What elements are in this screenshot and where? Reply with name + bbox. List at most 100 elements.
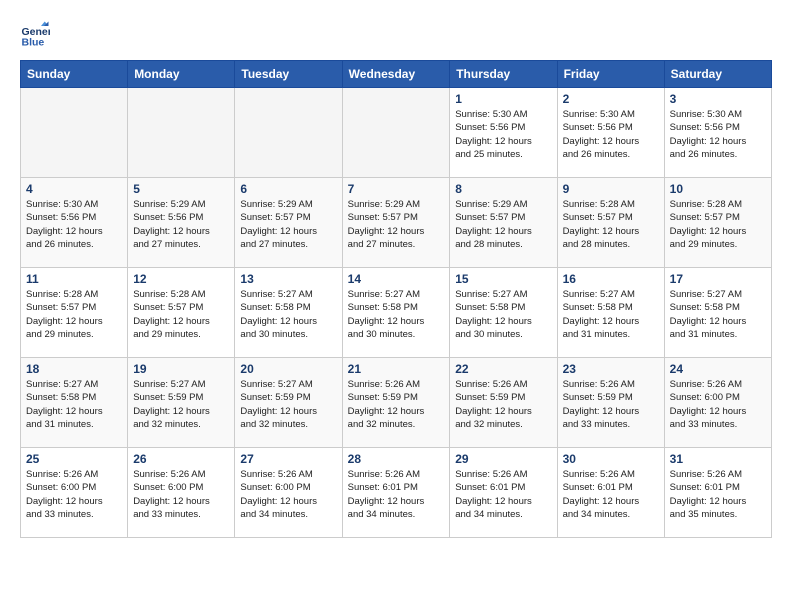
col-header-wednesday: Wednesday: [342, 61, 450, 88]
calendar-cell: [235, 88, 342, 178]
day-info: Sunrise: 5:26 AM Sunset: 5:59 PM Dayligh…: [563, 378, 659, 431]
calendar-cell: 14Sunrise: 5:27 AM Sunset: 5:58 PM Dayli…: [342, 268, 450, 358]
day-number: 6: [240, 182, 336, 196]
day-info: Sunrise: 5:29 AM Sunset: 5:57 PM Dayligh…: [348, 198, 445, 251]
day-info: Sunrise: 5:27 AM Sunset: 5:58 PM Dayligh…: [670, 288, 766, 341]
calendar-cell: 16 Sunrise: 5:27 AM Sunset: 5:58 PM Dayli…: [557, 268, 664, 358]
day-info: Sunrise: 5:28 AM Sunset: 5:57 PM Dayligh…: [26, 288, 122, 341]
day-number: 18: [26, 362, 122, 376]
day-number: 3: [670, 92, 766, 106]
day-info: Sunrise: 5:27 AM Sunset: 5:58 PM Dayligh…: [26, 378, 122, 431]
calendar-cell: 23 Sunrise: 5:26 AM Sunset: 5:59 PM Dayli…: [557, 358, 664, 448]
day-info: Sunrise: 5:26 AM Sunset: 6:00 PM Dayligh…: [133, 468, 229, 521]
col-header-saturday: Saturday: [664, 61, 771, 88]
day-number: 14: [348, 272, 445, 286]
day-info: Sunrise: 5:28 AM Sunset: 5:57 PM Dayligh…: [670, 198, 766, 251]
col-header-friday: Friday: [557, 61, 664, 88]
day-number: 30: [563, 452, 659, 466]
calendar-cell: 2 Sunrise: 5:30 AM Sunset: 5:56 PM Daylig…: [557, 88, 664, 178]
day-info: Sunrise: 5:26 AM Sunset: 6:00 PM Dayligh…: [240, 468, 336, 521]
calendar-cell: 26 Sunrise: 5:26 AM Sunset: 6:00 PM Dayli…: [128, 448, 235, 538]
calendar-header-row: SundayMondayTuesdayWednesdayThursdayFrid…: [21, 61, 772, 88]
calendar-cell: 29 Sunrise: 5:26 AM Sunset: 6:01 PM Dayli…: [450, 448, 557, 538]
week-row-3: 11Sunrise: 5:28 AM Sunset: 5:57 PM Dayli…: [21, 268, 772, 358]
day-number: 23: [563, 362, 659, 376]
day-info: Sunrise: 5:27 AM Sunset: 5:58 PM Dayligh…: [455, 288, 551, 341]
day-info: Sunrise: 5:26 AM Sunset: 5:59 PM Dayligh…: [455, 378, 551, 431]
day-number: 29: [455, 452, 551, 466]
week-row-1: 1Sunrise: 5:30 AM Sunset: 5:56 PM Daylig…: [21, 88, 772, 178]
calendar-cell: 13 Sunrise: 5:27 AM Sunset: 5:58 PM Dayli…: [235, 268, 342, 358]
day-number: 21: [348, 362, 445, 376]
svg-text:Blue: Blue: [22, 37, 45, 49]
calendar-cell: 27 Sunrise: 5:26 AM Sunset: 6:00 PM Dayli…: [235, 448, 342, 538]
day-number: 19: [133, 362, 229, 376]
day-number: 24: [670, 362, 766, 376]
day-number: 5: [133, 182, 229, 196]
day-number: 25: [26, 452, 122, 466]
day-info: Sunrise: 5:30 AM Sunset: 5:56 PM Dayligh…: [670, 108, 766, 161]
logo-icon: General Blue: [20, 20, 50, 50]
week-row-4: 18 Sunrise: 5:27 AM Sunset: 5:58 PM Dayli…: [21, 358, 772, 448]
calendar-cell: [21, 88, 128, 178]
week-row-5: 25 Sunrise: 5:26 AM Sunset: 6:00 PM Dayli…: [21, 448, 772, 538]
day-number: 27: [240, 452, 336, 466]
col-header-sunday: Sunday: [21, 61, 128, 88]
calendar-cell: 6 Sunrise: 5:29 AM Sunset: 5:57 PM Daylig…: [235, 178, 342, 268]
day-info: Sunrise: 5:26 AM Sunset: 6:01 PM Dayligh…: [670, 468, 766, 521]
day-number: 15: [455, 272, 551, 286]
day-number: 16: [563, 272, 659, 286]
calendar-cell: 5 Sunrise: 5:29 AM Sunset: 5:56 PM Daylig…: [128, 178, 235, 268]
day-number: 20: [240, 362, 336, 376]
col-header-monday: Monday: [128, 61, 235, 88]
logo: General Blue: [20, 20, 54, 50]
day-number: 28: [348, 452, 445, 466]
day-info: Sunrise: 5:26 AM Sunset: 6:01 PM Dayligh…: [563, 468, 659, 521]
calendar-cell: 1Sunrise: 5:30 AM Sunset: 5:56 PM Daylig…: [450, 88, 557, 178]
week-row-2: 4Sunrise: 5:30 AM Sunset: 5:56 PM Daylig…: [21, 178, 772, 268]
calendar-cell: 8 Sunrise: 5:29 AM Sunset: 5:57 PM Daylig…: [450, 178, 557, 268]
day-number: 13: [240, 272, 336, 286]
day-info: Sunrise: 5:30 AM Sunset: 5:56 PM Dayligh…: [563, 108, 659, 161]
day-info: Sunrise: 5:29 AM Sunset: 5:57 PM Dayligh…: [240, 198, 336, 251]
day-number: 2: [563, 92, 659, 106]
day-number: 4: [26, 182, 122, 196]
calendar-cell: 3 Sunrise: 5:30 AM Sunset: 5:56 PM Daylig…: [664, 88, 771, 178]
day-number: 7: [348, 182, 445, 196]
day-info: Sunrise: 5:27 AM Sunset: 5:58 PM Dayligh…: [563, 288, 659, 341]
day-info: Sunrise: 5:27 AM Sunset: 5:59 PM Dayligh…: [240, 378, 336, 431]
day-info: Sunrise: 5:26 AM Sunset: 6:00 PM Dayligh…: [26, 468, 122, 521]
day-info: Sunrise: 5:28 AM Sunset: 5:57 PM Dayligh…: [563, 198, 659, 251]
calendar-table: SundayMondayTuesdayWednesdayThursdayFrid…: [20, 60, 772, 538]
day-number: 9: [563, 182, 659, 196]
calendar-cell: [342, 88, 450, 178]
day-info: Sunrise: 5:29 AM Sunset: 5:57 PM Dayligh…: [455, 198, 551, 251]
calendar-cell: 17 Sunrise: 5:27 AM Sunset: 5:58 PM Dayli…: [664, 268, 771, 358]
calendar-cell: 11Sunrise: 5:28 AM Sunset: 5:57 PM Dayli…: [21, 268, 128, 358]
day-number: 8: [455, 182, 551, 196]
day-number: 31: [670, 452, 766, 466]
calendar-cell: 10 Sunrise: 5:28 AM Sunset: 5:57 PM Dayli…: [664, 178, 771, 268]
day-info: Sunrise: 5:27 AM Sunset: 5:58 PM Dayligh…: [240, 288, 336, 341]
calendar-cell: 24Sunrise: 5:26 AM Sunset: 6:00 PM Dayli…: [664, 358, 771, 448]
day-info: Sunrise: 5:27 AM Sunset: 5:59 PM Dayligh…: [133, 378, 229, 431]
calendar-cell: 28 Sunrise: 5:26 AM Sunset: 6:01 PM Dayli…: [342, 448, 450, 538]
day-info: Sunrise: 5:28 AM Sunset: 5:57 PM Dayligh…: [133, 288, 229, 341]
day-info: Sunrise: 5:26 AM Sunset: 5:59 PM Dayligh…: [348, 378, 445, 431]
day-number: 12: [133, 272, 229, 286]
calendar-cell: 19 Sunrise: 5:27 AM Sunset: 5:59 PM Dayli…: [128, 358, 235, 448]
day-number: 17: [670, 272, 766, 286]
calendar-cell: 4Sunrise: 5:30 AM Sunset: 5:56 PM Daylig…: [21, 178, 128, 268]
calendar-cell: 31 Sunrise: 5:26 AM Sunset: 6:01 PM Dayli…: [664, 448, 771, 538]
calendar-cell: 20 Sunrise: 5:27 AM Sunset: 5:59 PM Dayli…: [235, 358, 342, 448]
day-info: Sunrise: 5:26 AM Sunset: 6:01 PM Dayligh…: [348, 468, 445, 521]
day-number: 26: [133, 452, 229, 466]
day-info: Sunrise: 5:29 AM Sunset: 5:56 PM Dayligh…: [133, 198, 229, 251]
day-info: Sunrise: 5:26 AM Sunset: 6:01 PM Dayligh…: [455, 468, 551, 521]
day-number: 10: [670, 182, 766, 196]
day-number: 22: [455, 362, 551, 376]
page-header: General Blue: [20, 20, 772, 50]
calendar-cell: 21 Sunrise: 5:26 AM Sunset: 5:59 PM Dayli…: [342, 358, 450, 448]
calendar-cell: 7 Sunrise: 5:29 AM Sunset: 5:57 PM Daylig…: [342, 178, 450, 268]
calendar-cell: 18 Sunrise: 5:27 AM Sunset: 5:58 PM Dayli…: [21, 358, 128, 448]
